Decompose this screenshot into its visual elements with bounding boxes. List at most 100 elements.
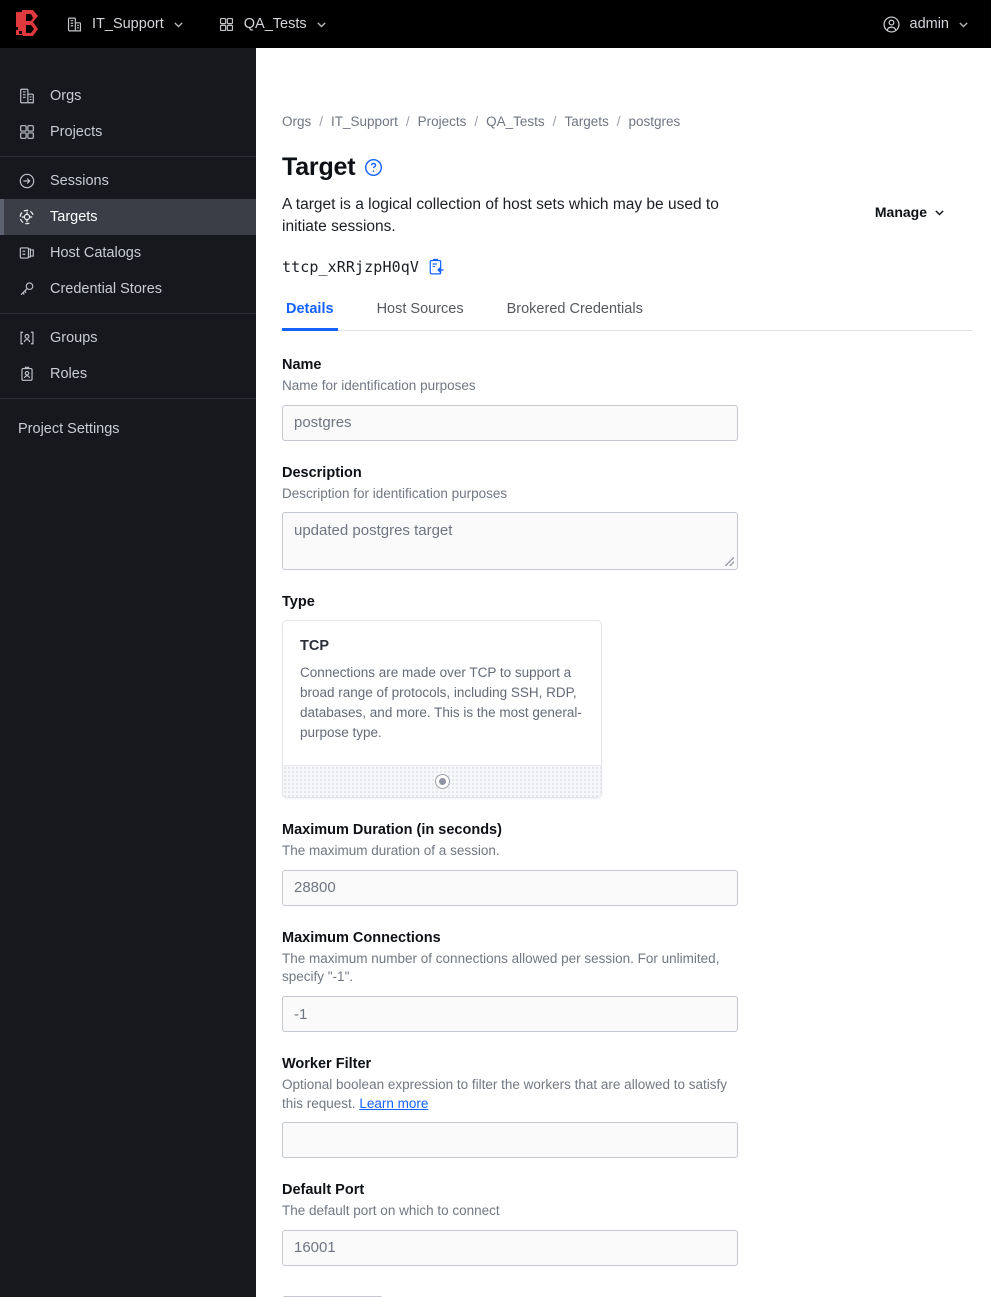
name-label: Name <box>282 357 322 373</box>
sidebar-item-credential-stores[interactable]: Credential Stores <box>0 271 256 307</box>
sidebar-group-resources: Sessions Targets Host Catalogs Credentia… <box>0 157 256 313</box>
worker-filter-input[interactable] <box>282 1122 738 1159</box>
sessions-arrow-icon <box>19 173 35 189</box>
page-description-row: A target is a logical collection of host… <box>282 194 947 238</box>
sidebar-item-label: Project Settings <box>18 421 120 437</box>
sidebar-item-targets[interactable]: Targets <box>0 199 256 235</box>
type-card-description: Connections are made over TCP to support… <box>300 665 582 741</box>
type-card-title: TCP <box>300 638 329 655</box>
chevron-down-icon <box>959 21 968 27</box>
project-scope-selector[interactable]: QA_Tests <box>208 0 337 48</box>
max-connections-help-text: The maximum number of connections allowe… <box>282 950 720 985</box>
host-catalogs-icon <box>19 247 34 259</box>
user-menu-label: admin <box>909 16 950 32</box>
breadcrumb: Orgs / IT_Support / Projects / QA_Tests … <box>282 114 947 129</box>
max-duration-label: Maximum Duration (in seconds) <box>282 822 502 839</box>
sidebar-item-label: Roles <box>50 366 88 382</box>
description-label: Description <box>282 464 362 481</box>
manage-button[interactable]: Manage <box>873 200 947 224</box>
top-bar: IT_Support QA_Tests admin <box>0 0 991 48</box>
type-card-body: TCP Connections are made over TCP to sup… <box>283 621 601 765</box>
tab-details[interactable]: Details <box>282 295 338 331</box>
sidebar-item-label: Sessions <box>50 173 109 189</box>
sidebar-item-label: Host Catalogs <box>50 245 142 261</box>
max-connections-label: Maximum Connections <box>282 929 441 946</box>
resource-id-row: ttcp_xRRjzpH0qV <box>282 258 947 276</box>
worker-filter-help-text: Optional boolean expression to filter th… <box>282 1076 738 1113</box>
field-max-duration: Maximum Duration (in seconds) The maximu… <box>282 822 738 906</box>
main-content: Orgs / IT_Support / Projects / QA_Tests … <box>256 48 991 1297</box>
name-input[interactable]: postgres <box>282 404 738 441</box>
target-details-form: Name Name for identification purposes po… <box>282 331 738 1297</box>
sidebar-item-label: Targets <box>50 209 98 225</box>
breadcrumb-item-targets[interactable]: Targets <box>564 114 608 129</box>
boundary-logo-icon <box>15 10 38 38</box>
chevron-down-icon <box>316 21 326 27</box>
org-scope-selector[interactable]: IT_Support <box>56 0 194 48</box>
project-scope-label: QA_Tests <box>243 16 307 32</box>
user-menu[interactable]: admin <box>882 15 976 34</box>
roles-badge-icon <box>21 366 33 381</box>
chevron-down-icon <box>174 21 183 27</box>
sidebar-item-label: Projects <box>50 124 103 140</box>
user-circle-icon <box>882 15 900 33</box>
breadcrumb-item-orgs[interactable]: Orgs <box>282 114 311 129</box>
type-card-tcp[interactable]: TCP Connections are made over TCP to sup… <box>282 620 602 799</box>
breadcrumb-item-projects[interactable]: Projects <box>418 114 467 129</box>
breadcrumb-item-it-support[interactable]: IT_Support <box>331 114 398 129</box>
default-port-help-text: The default port on which to connect <box>282 1203 500 1219</box>
field-type: Type TCP Connections are made over TCP t… <box>282 594 738 799</box>
field-worker-filter: Worker Filter Optional boolean expressio… <box>282 1056 738 1159</box>
org-building-icon <box>67 17 82 31</box>
org-building-icon <box>20 88 34 104</box>
type-radio-tcp[interactable] <box>434 774 450 790</box>
default-port-label: Default Port <box>282 1182 365 1199</box>
sidebar-item-label: Credential Stores <box>50 281 163 297</box>
learn-more-link[interactable]: Learn more <box>359 1096 428 1111</box>
sidebar-item-host-catalogs[interactable]: Host Catalogs <box>0 235 256 271</box>
sidebar-group-iam: Groups Roles <box>0 314 256 398</box>
field-default-port: Default Port The default port on which t… <box>282 1182 738 1266</box>
sidebar: Orgs Projects Sessions Targets Host Cata… <box>0 48 256 1297</box>
app-logo[interactable] <box>0 0 56 48</box>
tab-bar: Details Host Sources Brokered Credential… <box>282 294 972 331</box>
projects-grid-icon <box>219 17 233 31</box>
sidebar-item-projects[interactable]: Projects <box>0 114 256 150</box>
key-icon <box>20 282 34 296</box>
sidebar-item-orgs[interactable]: Orgs <box>0 78 256 114</box>
resource-id: ttcp_xRRjzpH0qV <box>282 258 419 276</box>
breadcrumb-separator: / <box>616 114 621 129</box>
sidebar-item-project-settings[interactable]: Project Settings <box>0 411 256 447</box>
worker-filter-help-span: Optional boolean expression to filter th… <box>282 1077 727 1111</box>
tab-host-sources[interactable]: Host Sources <box>373 295 468 331</box>
breadcrumb-item-qa-tests[interactable]: QA_Tests <box>486 114 545 129</box>
type-card-footer <box>283 765 601 798</box>
sidebar-group-settings: Project Settings <box>0 399 256 453</box>
name-help-text: Name for identification purposes <box>282 378 476 393</box>
max-duration-input[interactable]: 28800 <box>282 869 738 906</box>
manage-button-label: Manage <box>874 204 927 220</box>
type-label: Type <box>282 594 315 611</box>
breadcrumb-separator: / <box>319 114 324 129</box>
breadcrumb-separator: / <box>552 114 557 129</box>
field-name: Name Name for identification purposes po… <box>282 357 738 441</box>
copy-clipboard-icon[interactable] <box>428 258 445 276</box>
chevron-down-icon <box>935 209 944 215</box>
page-description: A target is a logical collection of host… <box>282 196 719 235</box>
sidebar-item-roles[interactable]: Roles <box>0 356 256 392</box>
field-description: Description Description for identificati… <box>282 465 738 571</box>
worker-filter-label: Worker Filter <box>282 1056 372 1072</box>
breadcrumb-item-current[interactable]: postgres <box>628 114 680 129</box>
description-textarea[interactable]: updated postgres target <box>282 512 738 571</box>
field-max-connections: Maximum Connections The maximum number o… <box>282 930 738 1032</box>
sidebar-item-groups[interactable]: Groups <box>0 320 256 356</box>
sidebar-item-sessions[interactable]: Sessions <box>0 163 256 199</box>
breadcrumb-separator: / <box>474 114 479 129</box>
max-connections-input[interactable]: -1 <box>282 996 738 1032</box>
question-circle-icon[interactable] <box>364 158 383 177</box>
groups-icon <box>20 331 34 345</box>
default-port-input[interactable]: 16001 <box>282 1229 738 1266</box>
tab-brokered-credentials[interactable]: Brokered Credentials <box>503 295 647 331</box>
org-scope-label: IT_Support <box>92 16 164 32</box>
sidebar-item-label: Orgs <box>50 88 82 104</box>
